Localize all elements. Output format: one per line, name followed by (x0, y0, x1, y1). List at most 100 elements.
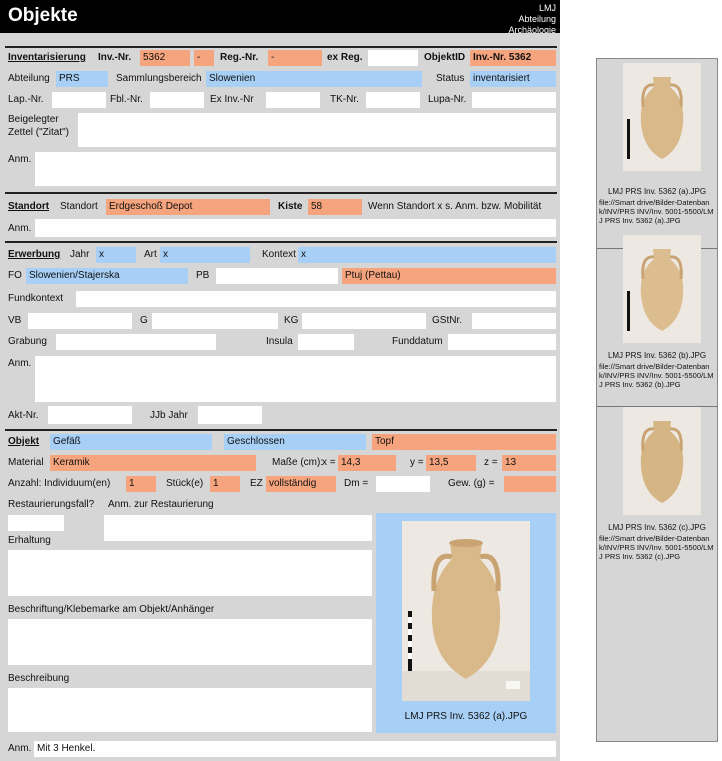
objekt-closed-field[interactable]: Geschlossen (224, 434, 366, 450)
insula-field[interactable] (298, 334, 354, 350)
objekt-form-field[interactable]: Topf (372, 434, 556, 450)
header-org: LMJ Abteilung Archäologie (508, 3, 556, 36)
gew-label: Gew. (g) = (448, 478, 495, 489)
amphora-thumb-icon (623, 407, 701, 515)
page-title: Objekte (8, 5, 78, 26)
fbl-field[interactable] (150, 92, 204, 108)
tk-field[interactable] (366, 92, 420, 108)
thumbnail-path: file://Smart drive/Bilder-Datenbank/INV/… (599, 534, 714, 561)
material-field[interactable]: Keramik (50, 455, 256, 471)
reg-number-field[interactable]: - (268, 50, 322, 66)
anm-restaurierung-textarea[interactable] (104, 515, 372, 541)
section-divider (5, 241, 557, 243)
thumbnail-image[interactable] (623, 407, 701, 515)
material-label: Material (8, 457, 44, 468)
vb-label: VB (8, 315, 22, 326)
lupa-field[interactable] (472, 92, 556, 108)
g-field[interactable] (152, 313, 278, 329)
kiste-field[interactable]: 58 (308, 199, 362, 215)
exreg-field[interactable] (368, 50, 418, 66)
thumbnail-caption: LMJ PRS Inv. 5362 (b).JPG (607, 351, 707, 360)
akt-field[interactable] (48, 406, 132, 424)
ort-field[interactable]: Ptuj (Pettau) (342, 268, 556, 284)
restaurierung-field[interactable] (8, 515, 64, 531)
dm-field[interactable] (376, 476, 430, 492)
kontext-field[interactable]: x (298, 247, 556, 263)
thumbnail-caption: LMJ PRS Inv. 5362 (c).JPG (608, 523, 706, 532)
art-label: Art (144, 249, 157, 260)
beschriftung-textarea[interactable] (8, 619, 372, 665)
thumbnail-item[interactable]: LMJ PRS Inv. 5362 (c).JPG file://Smart d… (597, 403, 717, 579)
stueck-label: Stück(e) (166, 478, 204, 489)
photo-container[interactable]: LMJ PRS Inv. 5362 (a).JPG (376, 513, 556, 733)
objectid-field[interactable]: Inv.-Nr. 5362 (470, 50, 556, 66)
title-bar: Objekte LMJ Abteilung Archäologie (0, 0, 560, 36)
anm-restaurierung-label: Anm. zur Restaurierung (108, 499, 214, 510)
object-photo[interactable] (402, 521, 530, 701)
thumbnail-item[interactable]: LMJ PRS Inv. 5362 (a).JPG file://Smart d… (597, 59, 717, 249)
thumbnail-image[interactable] (623, 235, 701, 343)
thumbnail-path: file://Smart drive/Bilder-Datenbank/INV/… (599, 362, 714, 389)
masse-label: Maße (cm): (272, 457, 324, 468)
standort-field[interactable]: Erdgeschoß Depot (106, 199, 270, 215)
z-field[interactable]: 13 (502, 455, 556, 471)
beschreibung-textarea[interactable] (8, 688, 372, 732)
jjb-field[interactable] (198, 406, 262, 424)
thumbnail-caption: LMJ PRS Inv. 5362 (a).JPG (607, 187, 707, 196)
status-field[interactable]: inventarisiert (470, 71, 556, 87)
inv-number-field[interactable]: 5362 (140, 50, 190, 66)
kg-field[interactable] (302, 313, 426, 329)
thumbnail-image[interactable] (623, 63, 701, 171)
fo-field[interactable]: Slowenien/Stajerska (26, 268, 188, 284)
amphora-thumb-icon (623, 63, 701, 171)
section-objekt: Objekt (8, 436, 40, 447)
objectid-label: ObjektID (424, 52, 466, 63)
kontext-label: Kontext (262, 249, 296, 260)
gstnr-field[interactable] (472, 313, 556, 329)
thumbnail-panel: LMJ PRS Inv. 5362 (a).JPG file://Smart d… (596, 58, 718, 742)
objekt-anm-field[interactable]: Mit 3 Henkel. (34, 741, 556, 757)
beigelegter-textarea[interactable] (78, 113, 556, 147)
header-org-line-2: Abteilung (518, 14, 556, 24)
photo-caption: LMJ PRS Inv. 5362 (a).JPG (404, 711, 528, 722)
reg-label: Reg.-Nr. (220, 52, 259, 63)
section-standort: Standort (8, 201, 50, 212)
funddatum-field[interactable] (448, 334, 556, 350)
inventory-anm-textarea[interactable] (35, 152, 556, 186)
kg-label: KG (284, 315, 299, 326)
standort-anm-textarea[interactable] (35, 219, 556, 237)
pb-field[interactable] (216, 268, 338, 284)
section-erwerbung: Erwerbung (8, 249, 61, 260)
thumbnail-item[interactable]: LMJ PRS Inv. 5362 (b).JPG file://Smart d… (597, 231, 717, 407)
vb-field[interactable] (28, 313, 132, 329)
ez-field[interactable]: vollständig (266, 476, 336, 492)
standort-label: Standort (60, 201, 98, 212)
fundkontext-field[interactable] (76, 291, 556, 307)
abteilung-field[interactable]: PRS (56, 71, 108, 87)
fundkontext-label: Fundkontext (8, 293, 64, 304)
lupa-label: Lupa-Nr. (428, 94, 467, 105)
exinv-field[interactable] (266, 92, 320, 108)
insula-label: Insula (266, 336, 293, 347)
jahr-field[interactable]: x (96, 247, 136, 263)
standort-note: Wenn Standort x s. Anm. bzw. Mobilität (368, 201, 542, 212)
inv-label: Inv.-Nr. (98, 52, 132, 63)
grabung-field[interactable] (56, 334, 216, 350)
lap-field[interactable] (52, 92, 106, 108)
z-label: z = (484, 457, 498, 468)
x-field[interactable]: 14,3 (338, 455, 396, 471)
erwerbung-anm-label: Anm. (8, 358, 32, 369)
gew-field[interactable] (504, 476, 556, 492)
anzahl-field[interactable]: 1 (126, 476, 156, 492)
erhaltung-textarea[interactable] (8, 550, 372, 596)
art-field[interactable]: x (160, 247, 250, 263)
sammlungsbereich-field[interactable]: Slowenien (206, 71, 422, 87)
amphora-image (402, 521, 530, 701)
objekt-type-field[interactable]: Gefäß (50, 434, 212, 450)
erwerbung-anm-textarea[interactable] (35, 356, 556, 402)
y-field[interactable]: 13,5 (426, 455, 476, 471)
anzahl-label: Anzahl: Individuum(en) (8, 478, 111, 489)
inv-suffix-field[interactable]: - (194, 50, 214, 66)
stueck-field[interactable]: 1 (210, 476, 240, 492)
y-label: y = (410, 457, 424, 468)
